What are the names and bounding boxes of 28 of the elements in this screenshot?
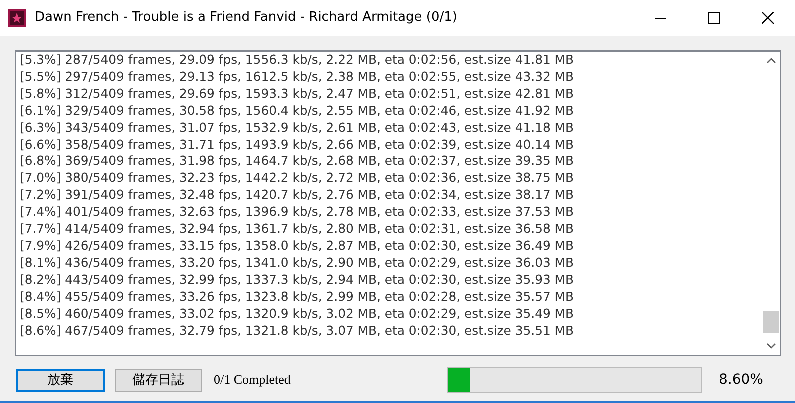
log-line: [8.2%] 443/5409 frames, 32.99 fps, 1337.3 kb/s, 2.94 MB, eta 0:02:30, est.size 35.93 MB: [20, 272, 575, 289]
log-line: [6.3%] 343/5409 frames, 31.07 fps, 1532.9 kb/s, 2.61 MB, eta 0:02:43, est.size 41.18 MB: [20, 120, 575, 137]
scroll-thumb[interactable]: [763, 311, 779, 333]
log-line: [6.1%] 329/5409 frames, 30.58 fps, 1560.4 kb/s, 2.55 MB, eta 0:02:46, est.size 41.92 MB: [20, 102, 575, 120]
log-line: [7.9%] 426/5409 frames, 33.15 fps, 1358.0 kb/s, 2.87 MB, eta 0:02:30, est.size 36.49 MB: [20, 238, 575, 255]
window-title: Dawn French - Trouble is a Friend Fanvid - Richard Armitage (0/1): [35, 9, 458, 28]
log-line: [8.5%] 460/5409 frames, 33.02 fps, 1320.9 kb/s, 3.02 MB, eta 0:02:29, est.size 35.49 MB: [20, 306, 575, 322]
log-line: [7.0%] 380/5409 frames, 32.23 fps, 1442.2 kb/s, 2.72 MB, eta 0:02:36, est.size 38.75 MB: [20, 170, 575, 188]
close-icon: [762, 12, 774, 24]
log-line: [7.7%] 414/5409 frames, 32.94 fps, 1361.7 kb/s, 2.80 MB, eta 0:02:31, est.size 36.58 MB: [20, 221, 575, 238]
save-log-button[interactable]: 儲存日誌: [115, 368, 202, 392]
maximize-icon: [708, 12, 720, 24]
log-line: [7.2%] 391/5409 frames, 32.48 fps, 1420.7 kb/s, 2.76 MB, eta 0:02:34, est.size 38.17 MB: [20, 187, 575, 204]
log-line: [7.4%] 401/5409 frames, 32.63 fps, 1396.9 kb/s, 2.78 MB, eta 0:02:33, est.size 37.53 MB: [20, 204, 575, 222]
log-line: [5.3%] 287/5409 frames, 29.09 fps, 1556.3 kb/s, 2.22 MB, eta 0:02:56, est.size 41.81 MB: [20, 52, 575, 69]
scroll-up-icon[interactable]: [766, 58, 776, 64]
app-icon: [8, 9, 26, 27]
log-line: [5.5%] 297/5409 frames, 29.13 fps, 1612.5 kb/s, 2.38 MB, eta 0:02:55, est.size 43.32 MB: [20, 68, 575, 86]
status-text: 0/1 Completed: [214, 371, 292, 390]
log-line: [6.6%] 358/5409 frames, 31.71 fps, 1493.9 kb/s, 2.66 MB, eta 0:02:39, est.size 40.14 MB: [20, 136, 575, 154]
log-line: [8.6%] 467/5409 frames, 32.79 fps, 1321.8 kb/s, 3.07 MB, eta 0:02:30, est.size 35.51 MB: [20, 322, 575, 340]
progress-reading: 8.60%: [719, 370, 764, 390]
log-line: [6.8%] 369/5409 frames, 31.98 fps, 1464.7 kb/s, 2.68 MB, eta 0:02:37, est.size 39.35 MB: [20, 153, 575, 170]
log-line: [5.8%] 312/5409 frames, 29.69 fps, 1593.3 kb/s, 2.47 MB, eta 0:02:51, est.size 42.81 MB: [20, 86, 575, 103]
scroll-down-icon[interactable]: [766, 343, 776, 349]
log-line: [8.4%] 455/5409 frames, 33.26 fps, 1323.8 kb/s, 2.99 MB, eta 0:02:28, est.size 35.57 MB: [20, 288, 575, 306]
cancel-button[interactable]: 放棄: [16, 368, 105, 392]
log-line: [8.1%] 436/5409 frames, 33.20 fps, 1341.0 kb/s, 2.90 MB, eta 0:02:29, est.size 36.03 MB: [20, 254, 575, 272]
